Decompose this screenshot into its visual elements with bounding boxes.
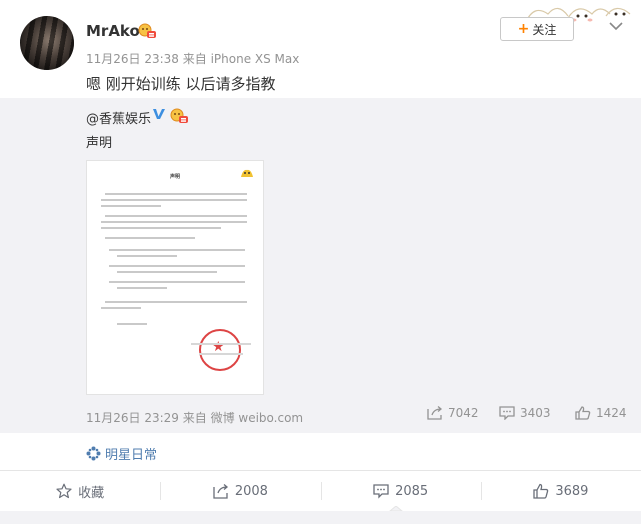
favorite-label: 收藏 [78,485,105,501]
topic-label: 明星日常 [105,448,158,463]
repost-repost-count[interactable]: 7042 [427,406,479,420]
action-bar: 收藏 2008 2085 3689 [0,471,641,511]
vip-badge-icon[interactable] [170,108,189,124]
repost-like-count[interactable]: 1424 [575,406,627,420]
repost-count: 2008 [234,483,268,499]
follow-label: 关注 [532,22,557,37]
comment-count: 2085 [395,483,429,499]
thumbs-up-icon [575,406,591,420]
repost-repost-count-value: 7042 [448,406,479,420]
topic-tag[interactable]: 明星日常 [86,444,157,463]
like-count: 3689 [555,483,589,499]
repost-author[interactable]: @香蕉娱乐 [86,108,151,127]
statement-image[interactable]: 声明 [86,160,264,395]
share-icon [213,484,228,499]
thumbs-up-icon [533,483,549,499]
repost-comment-count[interactable]: 3403 [499,406,551,420]
plus-icon: + [517,21,530,37]
favorite-button[interactable]: 收藏 [0,471,160,511]
chevron-down-icon[interactable] [608,20,624,32]
comment-button[interactable]: 2085 [320,471,481,511]
statement-image-title: 声明 [169,174,180,180]
repost-card[interactable]: @香蕉娱乐 声明 声明 ★ 11月26日 23:29 来自 微博 weibo.c… [0,98,641,433]
repost-button[interactable]: 2008 [160,471,320,511]
repost-like-count-value: 1424 [596,406,627,420]
verified-v-icon [153,109,165,119]
vip-badge-icon[interactable] [138,23,157,39]
repost-text: 声明 [86,136,113,151]
username[interactable]: MrAko [86,22,140,40]
red-seal-stamp [199,329,241,371]
repost-comment-count-value: 3403 [520,406,551,420]
comment-icon [373,484,389,499]
post-meta: 11月26日 23:38 来自 iPhone XS Max [86,52,300,66]
star-icon [56,483,72,499]
follow-button[interactable]: + 关注 [500,17,574,41]
topic-icon [86,446,101,461]
weibo-post: MrAko 11月26日 23:38 来自 iPhone XS Max 嗯 刚开… [0,0,641,524]
comment-icon [499,406,515,420]
repost-meta: 11月26日 23:29 来自 微博 weibo.com [86,411,304,425]
user-avatar[interactable] [20,16,74,70]
share-icon [427,406,443,420]
footer-bottom-strip [0,511,641,524]
post-text: 嗯 刚开始训练 以后请多指教 [86,75,276,93]
like-button[interactable]: 3689 [480,471,641,511]
